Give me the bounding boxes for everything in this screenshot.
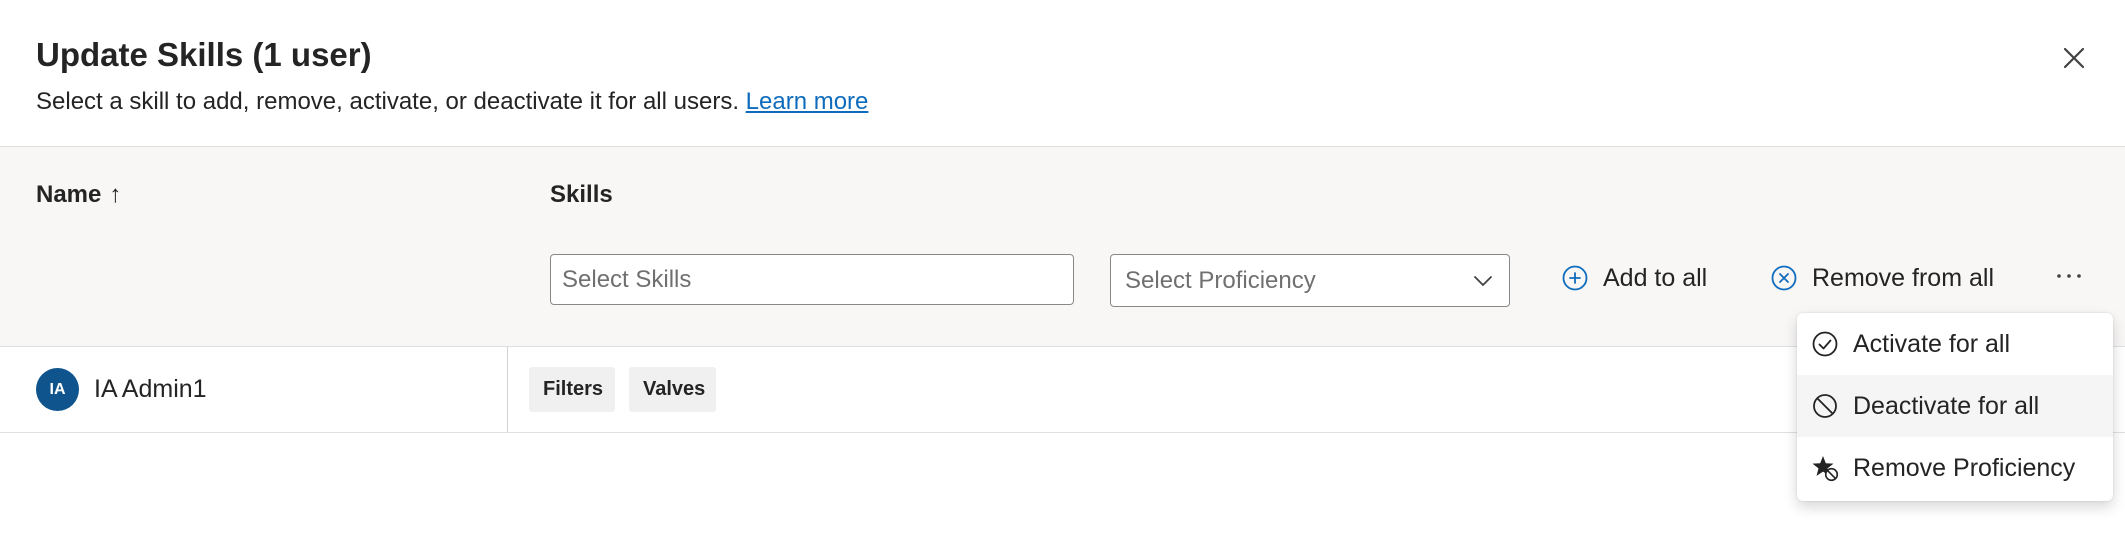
- more-options-menu: Activate for all Deactivate for all Remo…: [1797, 313, 2113, 501]
- add-circle-icon: [1562, 265, 1588, 291]
- add-to-all-button[interactable]: Add to all: [1561, 258, 1707, 298]
- remove-from-all-button[interactable]: Remove from all: [1770, 258, 1994, 298]
- more-horizontal-icon: [2057, 274, 2081, 278]
- sort-ascending-icon: ↑: [109, 181, 122, 208]
- skill-chip[interactable]: Valves: [629, 367, 716, 412]
- column-header-skills: Skills: [550, 181, 613, 208]
- avatar: IA: [36, 368, 79, 411]
- select-skills-input[interactable]: [550, 254, 1074, 305]
- skill-chip[interactable]: Filters: [529, 367, 615, 412]
- subtitle-text: Select a skill to add, remove, activate,…: [36, 88, 739, 115]
- menu-item-label: Activate for all: [1853, 329, 2011, 358]
- star-prohibited-icon: [1812, 456, 1839, 482]
- proficiency-placeholder: Select Proficiency: [1125, 267, 1316, 294]
- column-divider: [507, 347, 508, 432]
- column-name-label: Name: [36, 181, 102, 208]
- remove-from-all-label: Remove from all: [1812, 263, 1994, 292]
- column-header-name[interactable]: Name ↑: [36, 181, 121, 209]
- close-button[interactable]: [2056, 40, 2092, 76]
- menu-item-label: Remove Proficiency: [1853, 453, 2076, 482]
- user-name: IA Admin1: [94, 375, 207, 403]
- more-options-button[interactable]: [2054, 261, 2084, 291]
- select-proficiency-dropdown[interactable]: Select Proficiency: [1110, 254, 1510, 307]
- checkmark-circle-icon: [1812, 331, 1838, 357]
- add-to-all-label: Add to all: [1603, 263, 1708, 292]
- dismiss-circle-icon: [1771, 265, 1797, 291]
- prohibited-icon: [1813, 394, 1837, 418]
- close-icon: [2063, 47, 2085, 69]
- menu-item-label: Deactivate for all: [1853, 391, 2040, 420]
- menu-item-deactivate-for-all[interactable]: Deactivate for all: [1797, 375, 2113, 437]
- dialog-title: Update Skills (1 user): [36, 36, 372, 73]
- dialog-header: Update Skills (1 user) Select a skill to…: [0, 0, 2125, 147]
- menu-item-remove-proficiency[interactable]: Remove Proficiency: [1797, 437, 2113, 499]
- chevron-down-icon: [1474, 276, 1492, 286]
- dialog-subtitle: Select a skill to add, remove, activate,…: [36, 88, 868, 116]
- learn-more-link[interactable]: Learn more: [746, 88, 869, 115]
- menu-item-activate-for-all[interactable]: Activate for all: [1797, 313, 2113, 375]
